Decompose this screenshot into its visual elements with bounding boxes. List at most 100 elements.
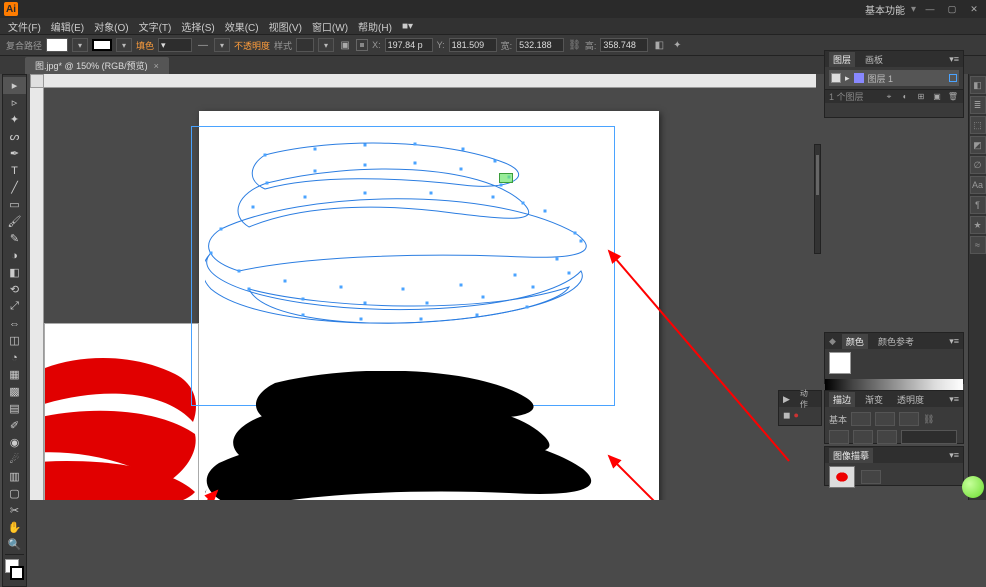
brush-dropdown[interactable]: ▾ [214,38,230,52]
menu-type[interactable]: 文字(T) [135,19,176,34]
artboard-tool[interactable]: ▢ [3,485,26,502]
dock-icon-1[interactable]: ◧ [970,76,986,94]
minimize-button[interactable]: — [922,3,938,15]
cap-project[interactable] [899,412,919,426]
panel-menu-icon[interactable]: ▾≡ [949,394,959,405]
maximize-button[interactable]: ▢ [944,3,960,15]
y-input[interactable] [449,38,497,52]
panel-menu-icon[interactable]: ▾≡ [949,54,959,65]
free-transform-tool[interactable]: ◫ [3,332,26,349]
color-guide-tab[interactable]: 颜色参考 [874,334,918,349]
document-tab[interactable]: 图.jpg* @ 150% (RGB/预览) × [25,57,169,74]
link-wh-icon[interactable]: ⛓ [568,40,581,51]
gradient-tab[interactable]: 渐变 [861,392,887,407]
menu-edit[interactable]: 编辑(E) [47,19,88,34]
pencil-tool[interactable]: ✎ [3,230,26,247]
ruler-horizontal[interactable] [44,74,816,88]
dock-icon-4[interactable]: ◩ [970,136,986,154]
h-input[interactable] [600,38,648,52]
color-swatch[interactable] [829,352,851,374]
dock-icon-2[interactable]: ≣ [970,96,986,114]
menu-select[interactable]: 选择(S) [177,19,218,34]
perspective-tool[interactable]: ▦ [3,366,26,383]
stroke-dropdown[interactable]: ▾ [116,38,132,52]
transparency-tab[interactable]: 透明度 [893,392,928,407]
slice-tool[interactable]: ✂ [3,502,26,519]
menu-extra[interactable]: ■▾ [398,21,417,32]
magic-wand-tool[interactable]: ✦ [3,111,26,128]
record-icon[interactable]: ● [793,410,798,421]
menu-effect[interactable]: 效果(C) [221,19,263,34]
delete-layer-button[interactable]: 🗑 [947,92,959,102]
document-tab-close[interactable]: × [154,61,159,71]
panel-menu-icon[interactable]: ▾≡ [949,450,959,461]
shape-mode-icon[interactable]: ◧ [652,38,666,52]
dock-icon-9[interactable]: ≈ [970,236,986,254]
align-icon[interactable]: ▣ [338,38,352,52]
stroke-box[interactable] [10,566,24,580]
blend-tool[interactable]: ◉ [3,434,26,451]
style-dropdown[interactable]: ▾ [318,38,334,52]
brush-icon[interactable]: — [196,38,210,52]
black-swirl-artwork[interactable] [205,371,605,500]
panel-menu-icon[interactable]: ▾≡ [949,336,959,347]
opacity-label[interactable]: 不透明度 [234,39,270,52]
lasso-tool[interactable]: ᔕ [3,128,26,145]
menu-help[interactable]: 帮助(H) [354,19,396,34]
placed-reference-image[interactable] [44,323,199,500]
layers-tab[interactable]: 图层 [829,52,855,67]
vertical-scrollbar[interactable] [814,144,821,254]
layer-name[interactable]: 图层 1 [868,72,894,85]
type-tool[interactable]: T [3,162,26,179]
w-input[interactable] [516,38,564,52]
stroke-weight-input[interactable] [158,38,192,52]
dock-icon-7[interactable]: ¶ [970,196,986,214]
menu-window[interactable]: 窗口(W) [308,19,352,34]
menu-view[interactable]: 视图(V) [265,19,306,34]
expand-icon[interactable]: ▸ [845,73,850,84]
new-sublayer-button[interactable]: ⊞ [915,92,927,102]
play-icon[interactable]: ▶ [783,394,790,405]
width-tool[interactable]: ⇔ [3,315,26,332]
make-clipping-mask-button[interactable]: ◐ [899,92,911,102]
cap-round[interactable] [875,412,895,426]
rectangle-tool[interactable]: ▭ [3,196,26,213]
color-tab[interactable]: 颜色 [842,334,868,349]
trace-button[interactable] [861,470,881,484]
x-input[interactable] [385,38,433,52]
stop-icon[interactable]: ◼ [783,410,790,421]
link-thumbnail[interactable] [829,466,855,488]
zoom-tool[interactable]: 🔍 [3,536,26,553]
corner-bevel[interactable] [877,430,897,444]
mesh-tool[interactable]: ▩ [3,383,26,400]
workspace-switcher[interactable]: 基本功能 [865,2,905,17]
ruler-vertical[interactable] [30,88,44,500]
pen-tool[interactable]: ✒ [3,145,26,162]
eraser-tool[interactable]: ◧ [3,264,26,281]
column-graph-tool[interactable]: ▥ [3,468,26,485]
isolate-icon[interactable]: ✦ [670,38,684,52]
symbol-sprayer-tool[interactable]: ☄ [3,451,26,468]
selection-tool[interactable]: ▸ [3,77,26,94]
corner-round[interactable] [853,430,873,444]
scale-tool[interactable]: ⤢ [3,298,26,315]
visibility-toggle[interactable] [831,73,841,83]
image-trace-tab[interactable]: 图像描摹 [829,448,873,463]
stroke-swatch[interactable] [92,39,112,51]
line-tool[interactable]: ╱ [3,179,26,196]
new-layer-button[interactable]: ▣ [931,92,943,102]
menu-object[interactable]: 对象(O) [90,19,132,34]
dock-icon-3[interactable]: ⬚ [970,116,986,134]
hand-tool[interactable]: ✋ [3,519,26,536]
direct-selection-tool[interactable]: ▹ [3,94,26,111]
shape-builder-tool[interactable]: ◔ [3,349,26,366]
cap-butt[interactable] [851,412,871,426]
link-icon[interactable]: ⛓ [923,414,933,425]
stroke-label[interactable]: 填色 [136,39,154,52]
transform-anchor-icon[interactable] [356,39,368,51]
corner-miter[interactable] [829,430,849,444]
fill-dropdown[interactable]: ▾ [72,38,88,52]
menu-file[interactable]: 文件(F) [4,19,45,34]
fill-swatch[interactable] [46,38,68,52]
layer-row[interactable]: ▸ 图层 1 [829,70,959,86]
